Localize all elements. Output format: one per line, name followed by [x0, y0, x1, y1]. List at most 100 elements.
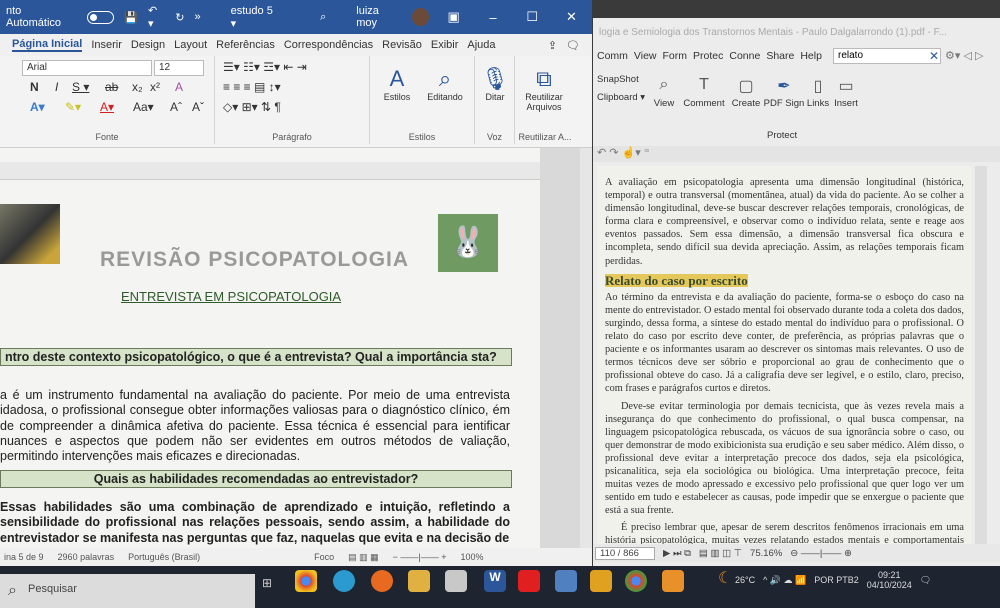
- language-indicator[interactable]: POR PTB2: [814, 575, 859, 585]
- share-icon[interactable]: ⇪: [548, 39, 557, 52]
- notifications-icon[interactable]: 🗨: [920, 575, 931, 586]
- edge-icon[interactable]: [333, 570, 355, 592]
- dictate-button[interactable]: 🎙 Ditar: [470, 66, 520, 102]
- focus-button[interactable]: Foco: [314, 552, 334, 562]
- change-case-icon[interactable]: Aa▾: [133, 100, 154, 114]
- chrome-icon[interactable]: [295, 570, 317, 592]
- menu-conne[interactable]: Conne: [729, 50, 760, 62]
- pdf-search-input[interactable]: relato: [833, 48, 941, 64]
- insert-button[interactable]: ▭ Insert: [825, 76, 867, 109]
- page-count[interactable]: ina 5 de 9: [4, 552, 44, 562]
- file-explorer-icon[interactable]: [408, 570, 430, 592]
- tab-revisao[interactable]: Revisão: [382, 39, 422, 51]
- font-color-icon[interactable]: A▾: [100, 100, 114, 114]
- clear-format-icon[interactable]: A: [175, 80, 183, 94]
- view-buttons[interactable]: ▤ ▥ ▦: [348, 552, 379, 563]
- text-effects-icon[interactable]: A▾: [30, 100, 45, 114]
- bullets-icon[interactable]: ☰▾ ☷▾ ☲▾ ⇤ ⇥: [223, 60, 307, 74]
- maximize-button[interactable]: ☐: [518, 9, 547, 25]
- reuse-files-button[interactable]: ⧉ Reutilizar Arquivos: [519, 66, 569, 112]
- view-button[interactable]: ⌕ View: [643, 76, 685, 109]
- user-name[interactable]: luiza moy: [356, 5, 401, 29]
- editing-button[interactable]: ⌕ Editando: [420, 66, 470, 102]
- shrink-font-icon[interactable]: Aˇ: [192, 100, 204, 114]
- strikethrough-icon[interactable]: ab: [105, 80, 118, 94]
- firefox-icon[interactable]: [371, 570, 393, 592]
- tab-layout[interactable]: Layout: [174, 39, 207, 51]
- weather-icon[interactable]: ☾: [718, 568, 732, 588]
- clock[interactable]: 09:21 04/10/2024: [867, 570, 912, 590]
- redo-icon[interactable]: ↻: [175, 11, 184, 24]
- tab-referencias[interactable]: Referências: [216, 39, 275, 51]
- menu-protec[interactable]: Protec: [693, 50, 723, 62]
- create-button[interactable]: ▢ Create: [725, 76, 767, 109]
- temperature[interactable]: 26°C: [735, 575, 755, 585]
- document-name[interactable]: estudo 5 ▾: [231, 5, 280, 30]
- question-1: ntro deste contexto psicopatológico, o q…: [0, 348, 512, 366]
- underline-icon[interactable]: S ▾: [72, 80, 89, 94]
- font-size-select[interactable]: 12: [154, 60, 204, 76]
- tab-pagina-inicial[interactable]: Página Inicial: [12, 38, 83, 52]
- highlight-icon[interactable]: ✎▾: [65, 100, 81, 114]
- app-icon-2[interactable]: [590, 570, 612, 592]
- minimize-button[interactable]: –: [478, 10, 507, 25]
- menu-view[interactable]: View: [634, 50, 657, 62]
- chrome-profile-icon[interactable]: [625, 570, 647, 592]
- italic-icon[interactable]: I: [55, 80, 58, 94]
- tab-design[interactable]: Design: [131, 39, 165, 51]
- taskbar-search[interactable]: Pesquisar: [0, 574, 255, 608]
- tab-inserir[interactable]: Inserir: [91, 39, 122, 51]
- grow-font-icon[interactable]: Aˆ: [170, 100, 182, 114]
- undo-redo-hand-icons[interactable]: ↶ ↷ ☝▾ ⁼: [597, 147, 650, 159]
- subscript-icon[interactable]: x₂: [132, 80, 143, 94]
- styles-button[interactable]: A Estilos: [372, 66, 422, 102]
- app-icon[interactable]: [555, 570, 577, 592]
- tab-correspondencias[interactable]: Correspondências: [284, 39, 373, 51]
- shading-borders-icon[interactable]: ◇▾ ⊞▾ ⇅ ¶: [223, 100, 281, 114]
- menu-form[interactable]: Form: [663, 50, 688, 62]
- search-icon[interactable]: ⌕: [320, 11, 326, 24]
- pdf-scrollbar[interactable]: [975, 166, 987, 544]
- pdf-zoom-slider[interactable]: ⊖ ——|—— ⊕: [790, 548, 852, 559]
- word-taskbar-icon[interactable]: W: [484, 570, 506, 592]
- more-icon[interactable]: »: [195, 11, 201, 23]
- document-page[interactable]: 🐰 REVISÃO PSICOPATOLOGIA ENTREVISTA EM P…: [0, 148, 540, 548]
- save-icon[interactable]: 💾: [124, 11, 138, 24]
- avatar[interactable]: [411, 8, 430, 26]
- font-name-select[interactable]: Arial: [22, 60, 152, 76]
- group-reutilizar: ⧉ Reutilizar Arquivos Reutilizar A...: [515, 56, 575, 144]
- clipboard-button[interactable]: Clipboard ▾: [597, 92, 645, 103]
- close-button[interactable]: ✕: [557, 9, 586, 25]
- comment-button[interactable]: T Comment: [683, 76, 725, 109]
- bold-icon[interactable]: N: [30, 80, 39, 94]
- page-number-input[interactable]: 110 / 866: [595, 546, 655, 560]
- ribbon-display-icon[interactable]: ▣: [439, 9, 468, 25]
- pdf-page[interactable]: A avaliação em psicopatologia apresenta …: [597, 166, 972, 544]
- word-count[interactable]: 2960 palavras: [58, 552, 115, 562]
- task-view-icon[interactable]: ⊞: [262, 576, 272, 590]
- comments-icon[interactable]: 🗨: [566, 39, 580, 52]
- tab-exibir[interactable]: Exibir: [431, 39, 459, 51]
- page-nav-icons[interactable]: ▶ ⏭ ⧉: [663, 548, 691, 559]
- undo-icon[interactable]: ↶ ▾: [148, 4, 165, 30]
- clear-search-icon[interactable]: ✕: [929, 49, 939, 63]
- superscript-icon[interactable]: x²: [150, 80, 160, 94]
- menu-share[interactable]: Share: [766, 50, 794, 62]
- autosave-toggle[interactable]: [86, 10, 115, 24]
- app-icon-3[interactable]: [662, 570, 684, 592]
- menu-help[interactable]: Help: [800, 50, 822, 62]
- store-icon[interactable]: [445, 570, 467, 592]
- language[interactable]: Português (Brasil): [128, 552, 200, 562]
- align-icons[interactable]: ≡ ≡ ≡ ▤ ↕▾: [223, 80, 281, 94]
- menu-comm[interactable]: Comm: [597, 50, 628, 62]
- pdf-zoom-level[interactable]: 75.16%: [750, 548, 782, 559]
- tray-icons[interactable]: ^ 🔊 ☁ 📶: [763, 575, 806, 586]
- zoom-slider[interactable]: − ——|—— +: [393, 552, 447, 562]
- layout-icons[interactable]: ▤ ▥ ◫ ⊤: [699, 548, 742, 559]
- snapshot-button[interactable]: SnapShot: [597, 74, 639, 85]
- tab-ajuda[interactable]: Ajuda: [467, 39, 495, 51]
- youtube-icon[interactable]: [518, 570, 540, 592]
- document-subtitle: ENTREVISTA EM PSICOPATOLOGIA: [121, 289, 342, 304]
- zoom-level[interactable]: 100%: [461, 552, 484, 562]
- settings-icon[interactable]: ⚙▾ ◁ ▷: [945, 49, 983, 62]
